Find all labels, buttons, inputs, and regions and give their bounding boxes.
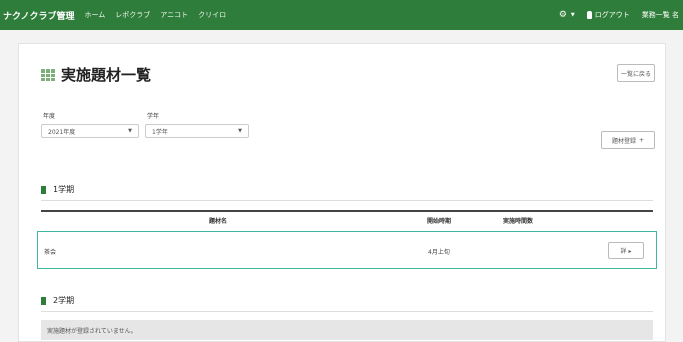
main-nav: ホーム レポクラブ アニコト クリイロ xyxy=(84,10,236,20)
user-icon xyxy=(586,11,592,19)
row-name: 茶会 xyxy=(44,249,57,256)
chevron-down-icon: ▼ xyxy=(128,128,132,134)
brand-logo[interactable]: ナクノクラブ管理 xyxy=(3,9,74,22)
register-button-label: 題材登録 xyxy=(611,137,636,145)
settings-menu[interactable]: ⚙ ▼ xyxy=(559,10,575,20)
section-divider xyxy=(41,200,653,201)
table-header: 題材名 開始時期 実施時間数 xyxy=(41,213,653,227)
chevron-down-icon: ▼ xyxy=(238,128,242,134)
section-marker xyxy=(41,296,46,305)
register-button[interactable]: 題材登録 + xyxy=(601,131,655,149)
page-title-row: 実施題材一覧 xyxy=(41,64,151,85)
gear-icon: ⚙ xyxy=(558,10,567,20)
table-row[interactable]: 茶会 4月上旬 詳 ▸ xyxy=(37,231,657,269)
grade-select[interactable]: 1学年 ▼ xyxy=(145,124,249,138)
detail-button[interactable]: 詳 ▸ xyxy=(608,242,644,259)
term1-title: 1学期 xyxy=(53,185,75,194)
section-marker xyxy=(41,185,46,194)
nav-item-kuriiro[interactable]: クリイロ xyxy=(198,10,226,20)
content-card: 実施題材一覧 一覧に戻る 年度 2021年度 ▼ 学年 1学年 ▼ 題材登録 +… xyxy=(18,43,666,342)
nav-item-home[interactable]: ホーム xyxy=(84,10,105,20)
user-name[interactable]: 業務一覧 名 xyxy=(642,10,679,20)
year-select[interactable]: 2021年度 ▼ xyxy=(41,124,139,138)
section-divider xyxy=(41,311,653,312)
grid-icon xyxy=(41,68,55,81)
col-header-hours: 実施時間数 xyxy=(503,218,534,225)
col-header-name: 題材名 xyxy=(209,218,228,225)
year-label: 年度 xyxy=(43,113,56,120)
term2-title: 2学期 xyxy=(53,296,75,305)
grade-label: 学年 xyxy=(147,113,160,120)
grade-select-value: 1学年 xyxy=(152,128,168,136)
term1-heading: 1学期 xyxy=(41,184,74,195)
logout-label: ログアウト xyxy=(594,11,630,19)
year-filter: 年度 2021年度 ▼ xyxy=(41,111,139,138)
chevron-down-icon: ▼ xyxy=(570,12,575,18)
term2-heading: 2学期 xyxy=(41,295,74,306)
nav-item-anikoto[interactable]: アニコト xyxy=(160,10,188,20)
empty-notice: 実施題材が登録されていません。 xyxy=(41,320,653,340)
year-select-value: 2021年度 xyxy=(48,128,76,136)
row-start: 4月上旬 xyxy=(428,249,450,256)
col-header-start: 開始時期 xyxy=(427,218,452,225)
table-top-border xyxy=(41,210,653,212)
nav-item-reports[interactable]: レポクラブ xyxy=(115,10,150,20)
plus-icon: + xyxy=(638,136,645,144)
logout-link[interactable]: ログアウト xyxy=(586,10,630,20)
top-navbar: ナクノクラブ管理 ホーム レポクラブ アニコト クリイロ ⚙ ▼ ログアウト 業… xyxy=(0,0,683,30)
user-menu: ⚙ ▼ ログアウト 業務一覧 名 xyxy=(547,0,679,30)
back-button[interactable]: 一覧に戻る xyxy=(617,64,655,82)
page-title: 実施題材一覧 xyxy=(61,66,152,84)
grade-filter: 学年 1学年 ▼ xyxy=(145,111,249,138)
